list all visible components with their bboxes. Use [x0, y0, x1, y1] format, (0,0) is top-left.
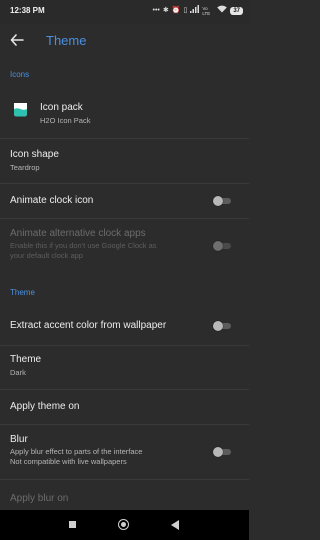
- blur-subtitle-2: Not compatible with live wallpapers: [10, 457, 127, 466]
- animate-alt-clock-subtitle-2: your default clock app: [10, 251, 83, 260]
- animate-alt-clock-item: Animate alternative clock apps Enable th…: [0, 219, 249, 269]
- signal-icon: [190, 5, 200, 17]
- apply-theme-on-title: Apply theme on: [10, 401, 80, 412]
- theme-subtitle: Dark: [10, 368, 26, 377]
- toggle-thumb: [213, 321, 223, 331]
- blur-subtitle-1: Apply blur effect to parts of the interf…: [10, 447, 143, 456]
- section-header-theme: Theme: [10, 288, 35, 297]
- page-title: Theme: [46, 33, 87, 48]
- icon-shape-item[interactable]: Icon shape Teardrop: [0, 142, 249, 182]
- animate-alt-clock-title: Animate alternative clock apps: [10, 228, 146, 239]
- animate-clock-toggle[interactable]: [213, 196, 231, 206]
- toggle-thumb: [213, 241, 223, 251]
- status-bar: 12:38 PM ••• ✱ ⏰ ▯ Vo LTE 37: [0, 0, 249, 24]
- apply-blur-on-title: Apply blur on: [10, 493, 69, 504]
- blur-item[interactable]: Blur Apply blur effect to parts of the i…: [0, 425, 249, 475]
- icon-shape-title: Icon shape: [10, 149, 59, 160]
- apply-blur-on-item: Apply blur on: [0, 480, 249, 510]
- animate-clock-item[interactable]: Animate clock icon: [0, 184, 249, 218]
- volte-icon: Vo LTE: [202, 6, 211, 16]
- blur-title: Blur: [10, 434, 28, 445]
- extract-accent-title: Extract accent color from wallpaper: [10, 320, 167, 331]
- nav-back-button[interactable]: [171, 520, 179, 530]
- wifi-icon: [217, 5, 228, 17]
- animate-alt-clock-subtitle-1: Enable this if you don't use Google Cloc…: [10, 241, 157, 250]
- battery-indicator: 37: [230, 7, 243, 15]
- status-time: 12:38 PM: [10, 6, 45, 15]
- animate-alt-clock-toggle: [213, 241, 231, 251]
- navigation-bar: [0, 510, 249, 540]
- icon-pack-item[interactable]: Icon pack H2O Icon Pack: [0, 92, 249, 134]
- theme-item[interactable]: Theme Dark: [0, 346, 249, 388]
- section-header-icons: Icons: [10, 70, 30, 79]
- back-arrow-icon[interactable]: [10, 33, 26, 49]
- toggle-thumb: [213, 196, 223, 206]
- extract-accent-toggle[interactable]: [213, 321, 231, 331]
- home-button[interactable]: [118, 519, 129, 530]
- toggle-thumb: [213, 447, 223, 457]
- alarm-icon: ⏰: [171, 7, 181, 14]
- animate-clock-title: Animate clock icon: [10, 195, 94, 206]
- h2o-app-icon: [13, 101, 28, 117]
- apply-theme-on-item[interactable]: Apply theme on: [0, 390, 249, 424]
- vibrate-icon: ▯: [183, 7, 188, 14]
- status-icons: ••• ✱ ⏰ ▯ Vo LTE 37: [152, 5, 243, 17]
- icon-shape-subtitle: Teardrop: [10, 163, 40, 172]
- bluetooth-icon: ✱: [162, 7, 169, 14]
- divider: [0, 138, 249, 139]
- toolbar: Theme: [0, 24, 249, 58]
- theme-title: Theme: [10, 354, 42, 365]
- recents-button[interactable]: [69, 521, 76, 528]
- more-icon: •••: [152, 7, 160, 14]
- blur-toggle[interactable]: [213, 447, 231, 457]
- extract-accent-item[interactable]: Extract accent color from wallpaper: [0, 308, 249, 344]
- icon-pack-title: Icon pack: [40, 102, 83, 113]
- icon-pack-subtitle: H2O Icon Pack: [40, 116, 91, 125]
